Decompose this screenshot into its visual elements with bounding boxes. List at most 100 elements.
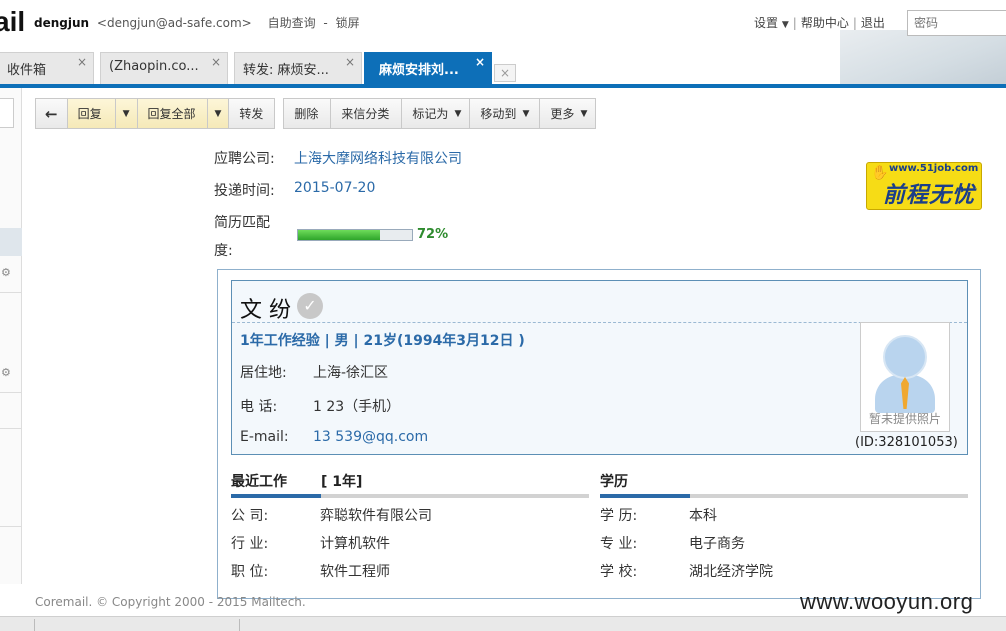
close-icon[interactable]: × xyxy=(345,55,355,69)
divider xyxy=(0,292,22,293)
education-bar xyxy=(600,494,968,498)
reply-all-button[interactable]: 回复全部 xyxy=(137,98,208,129)
work-position-value: 软件工程师 xyxy=(320,564,390,580)
user-links: 自助查询 - 锁屏 xyxy=(268,16,364,30)
back-arrow-icon: ← xyxy=(45,104,58,123)
close-icon[interactable]: × xyxy=(77,55,87,69)
move-to-button[interactable]: 移动到 ▼ xyxy=(470,98,541,129)
caret-down-icon: ▼ xyxy=(522,108,530,119)
copyright-text: Coremail. © Copyright 2000 - 2015 Mailte… xyxy=(35,595,306,609)
left-sidebar: ⚙ ⚙ xyxy=(0,88,22,584)
edu-school-label: 学 校: xyxy=(600,564,638,580)
tab-inbox[interactable]: 收件箱 × xyxy=(0,52,94,84)
user-email: <dengjun@ad-safe.com> xyxy=(96,16,252,30)
caret-down-icon: ▼ xyxy=(122,108,130,119)
password-input[interactable] xyxy=(907,10,1006,36)
separator: | xyxy=(792,16,797,30)
message-toolbar: ← 回复 ▼ 回复全部 ▼ 转发 删除 来信分类 标记为 ▼ 移动到 ▼ 更多 ▼ xyxy=(35,98,597,130)
tab-forward[interactable]: 转发: 麻烦安... × xyxy=(234,52,362,84)
recent-work-years: [ 1年] xyxy=(321,474,363,490)
horizontal-scrollbar[interactable] xyxy=(0,616,1006,631)
company-link[interactable]: 上海大摩网络科技有限公司 xyxy=(294,148,462,168)
avatar-head xyxy=(883,335,927,379)
chevron-down-icon: ▼ xyxy=(781,20,789,30)
email-label: E-mail: xyxy=(240,429,289,445)
separator: | xyxy=(852,16,857,30)
help-center-link[interactable]: 帮助中心 xyxy=(801,16,849,30)
company-label: 应聘公司: xyxy=(214,151,275,167)
reply-dropdown[interactable]: ▼ xyxy=(115,98,138,129)
link-separator: - xyxy=(323,16,328,30)
phone-label: 电 话: xyxy=(240,399,278,415)
brand-name: 前程无忧 xyxy=(883,183,976,208)
classify-button[interactable]: 来信分类 xyxy=(331,98,403,129)
card-divider xyxy=(232,322,967,323)
date-label: 投递时间: xyxy=(214,183,275,199)
residence-label: 居住地: xyxy=(240,365,287,381)
tab-zhaopin[interactable]: (Zhaopin.co... × xyxy=(100,52,228,84)
tab-underline xyxy=(0,84,1006,88)
close-all-tabs-icon[interactable]: × xyxy=(494,64,516,82)
settings-link[interactable]: 设置 ▼ xyxy=(754,16,789,30)
tab-current-message[interactable]: 麻烦安排刘... × xyxy=(364,52,492,84)
logout-link[interactable]: 退出 xyxy=(861,16,885,30)
match-label-line1: 简历匹配 xyxy=(214,215,270,231)
gear-icon[interactable]: ⚙ xyxy=(1,366,11,379)
match-progress-bar xyxy=(297,229,413,241)
51job-logo: ✋ www.51job.com 前程无忧 xyxy=(866,162,982,210)
top-links: 设置 ▼ | 帮助中心 | 退出 xyxy=(754,14,885,31)
divider xyxy=(0,526,22,527)
close-icon[interactable]: × xyxy=(211,55,221,69)
divider xyxy=(0,428,22,429)
caret-down-icon: ▼ xyxy=(454,108,462,119)
sidebar-collapse-handle[interactable] xyxy=(0,228,22,256)
brand-url: www.51job.com xyxy=(889,163,979,174)
work-company-label: 公 司: xyxy=(231,508,269,524)
caret-down-icon: ▼ xyxy=(214,108,222,119)
photo-caption: 暂未提供照片 xyxy=(868,412,941,426)
work-position-label: 职 位: xyxy=(231,564,269,580)
watermark: www.wooyun.org xyxy=(800,589,974,614)
back-button[interactable]: ← xyxy=(35,98,68,129)
recent-work-title: 最近工作 xyxy=(231,474,287,490)
residence-value: 上海-徐汇区 xyxy=(313,365,389,381)
edu-degree-label: 学 历: xyxy=(600,508,638,524)
forward-button[interactable]: 转发 xyxy=(229,98,276,129)
candidate-photo: 暂未提供照片 xyxy=(860,322,950,432)
lock-screen-link[interactable]: 锁屏 xyxy=(336,16,360,30)
phone-value: 1 23（手机） xyxy=(313,399,401,415)
sidebar-box[interactable] xyxy=(0,98,14,128)
match-percent: 72% xyxy=(417,227,449,242)
app-logo: ail xyxy=(0,6,26,37)
mark-as-button[interactable]: 标记为 ▼ xyxy=(402,98,471,129)
tab-bar: 收件箱 × (Zhaopin.co... × 转发: 麻烦安... × 麻烦安排刘..… xyxy=(0,52,1006,84)
edu-major-label: 专 业: xyxy=(600,536,638,552)
email-link[interactable]: 13 539@qq.com xyxy=(313,429,428,445)
work-company-value: 弈聪软件有限公司 xyxy=(320,508,432,524)
divider xyxy=(0,392,22,393)
edu-degree-value: 本科 xyxy=(689,508,717,524)
close-icon[interactable]: × xyxy=(475,55,485,69)
work-industry-label: 行 业: xyxy=(231,536,269,552)
edu-major-value: 电子商务 xyxy=(689,536,745,552)
delete-button[interactable]: 删除 xyxy=(283,98,332,129)
match-progress-fill xyxy=(298,230,381,240)
work-industry-value: 计算机软件 xyxy=(320,536,390,552)
education-title: 学历 xyxy=(600,474,628,490)
user-info: dengjun <dengjun@ad-safe.com> 自助查询 - 锁屏 xyxy=(34,14,364,31)
more-button[interactable]: 更多 ▼ xyxy=(540,98,597,129)
verified-check-icon: ✓ xyxy=(297,293,323,319)
reply-all-dropdown[interactable]: ▼ xyxy=(207,98,230,129)
gear-icon[interactable]: ⚙ xyxy=(1,266,11,279)
match-label-line2: 度: xyxy=(214,243,233,259)
scrollbar-thumb[interactable] xyxy=(34,619,240,631)
resume-id: (ID:328101053) xyxy=(855,435,958,450)
caret-down-icon: ▼ xyxy=(580,108,588,119)
username: dengjun xyxy=(34,16,90,30)
edu-school-value: 湖北经济学院 xyxy=(689,564,773,580)
date-value: 2015-07-20 xyxy=(294,180,376,196)
app-header: ail dengjun <dengjun@ad-safe.com> 自助查询 -… xyxy=(0,0,1006,86)
reply-button[interactable]: 回复 xyxy=(67,98,116,129)
self-service-link[interactable]: 自助查询 xyxy=(268,16,316,30)
candidate-name: 文 纷 xyxy=(240,298,291,323)
